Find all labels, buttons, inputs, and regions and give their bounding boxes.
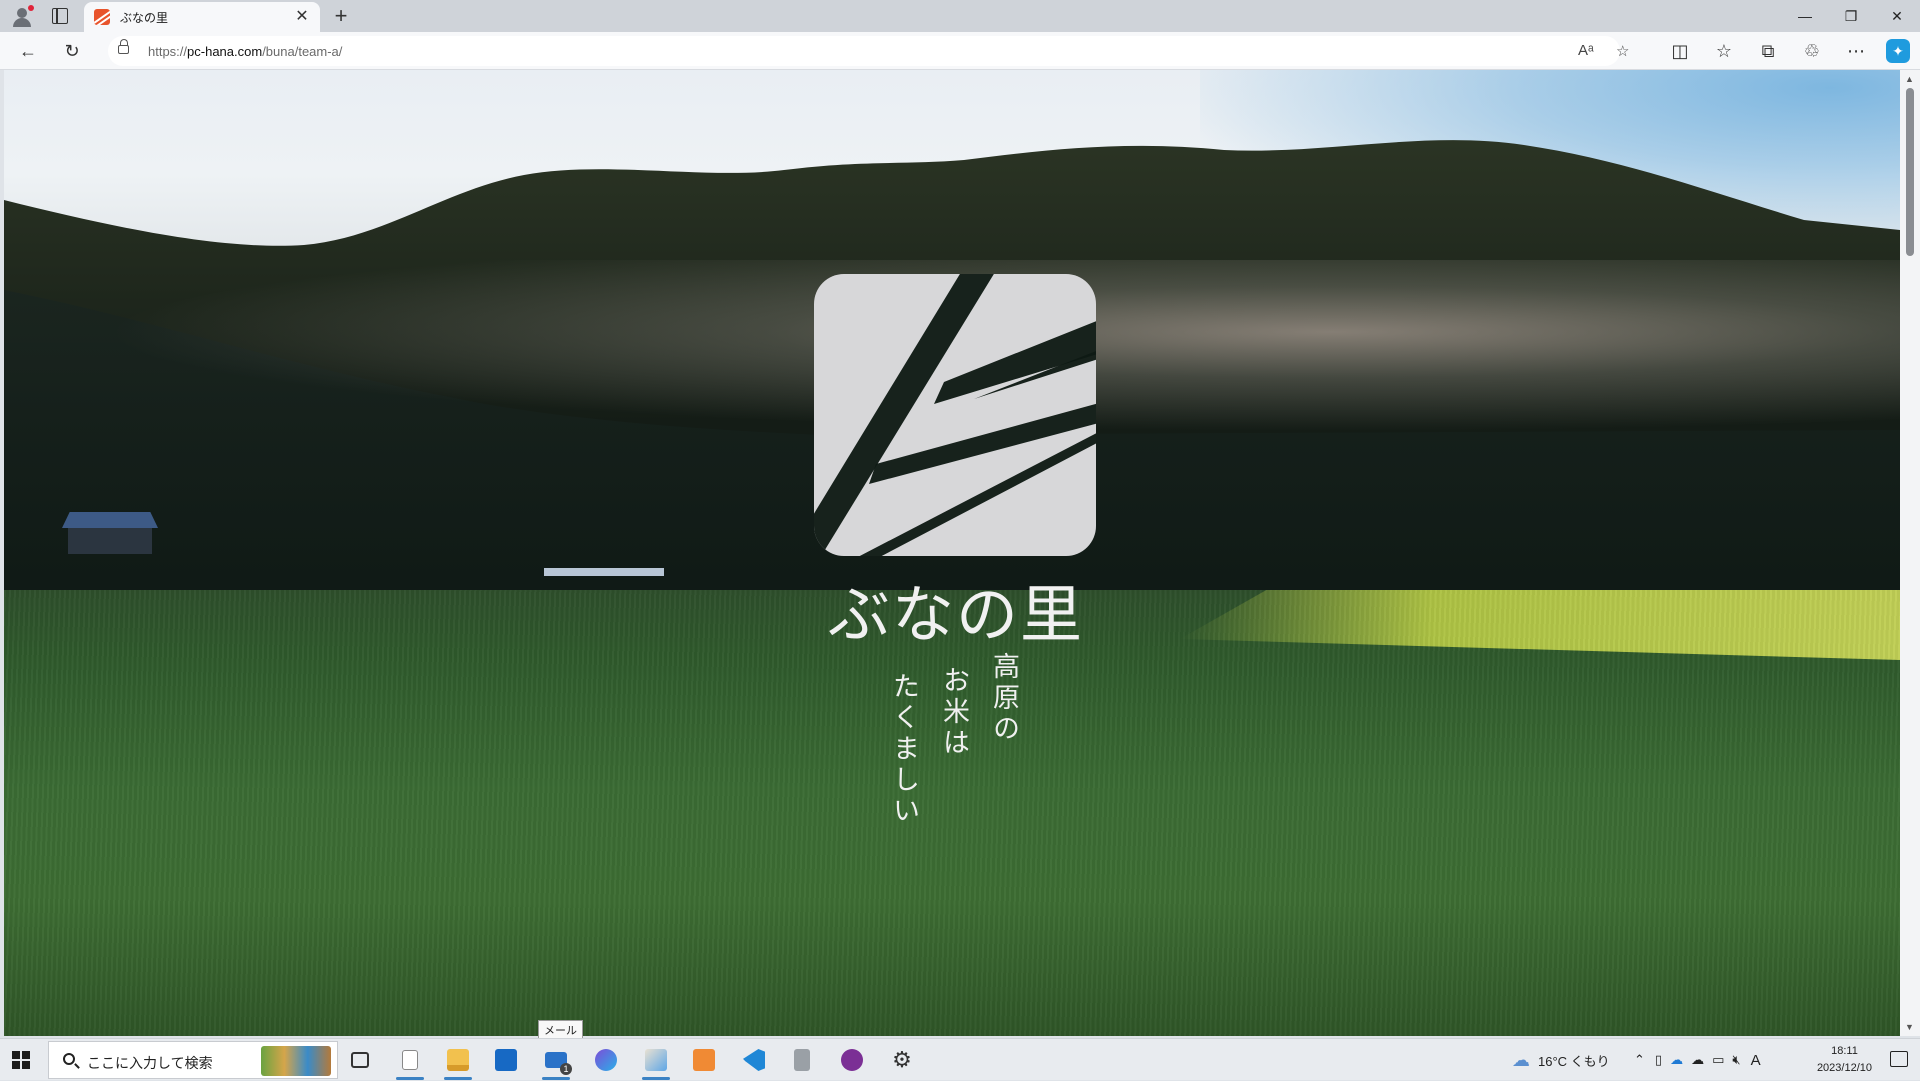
window-close-icon[interactable]: ✕	[1874, 0, 1920, 32]
browser-tab-active[interactable]: ぶなの里 ✕	[84, 2, 320, 32]
onedrive-icon[interactable]: ☁	[1670, 1052, 1683, 1068]
clock-time: 18:11	[1831, 1045, 1858, 1057]
tray-icons: ⌃ ▯ ☁ ☁ ▭ 🔇︎ A	[1634, 1039, 1761, 1081]
search-placeholder: ここに入力して検索	[87, 1055, 213, 1071]
clock-date: 2023/12/10	[1816, 1062, 1872, 1074]
rice-field	[4, 590, 1900, 1036]
tab-actions-icon[interactable]	[52, 7, 68, 24]
favorite-star-icon[interactable]: ☆	[1616, 42, 1629, 60]
tab-strip: ぶなの里 ✕ + — ❐ ✕	[0, 0, 1920, 32]
start-windows-icon[interactable]	[12, 1051, 30, 1069]
copilot-icon[interactable]: ✦	[1886, 39, 1910, 63]
task-view-icon[interactable]	[336, 1039, 384, 1081]
windows-taskbar: ここに入力して検索 1 ⚙ ☁ 16°C くもり ⌃ ▯ ☁ ☁ ▭ 🔇︎ A …	[0, 1038, 1920, 1080]
meet-icon[interactable]: ▯	[1655, 1052, 1662, 1068]
site-favicon-icon	[94, 9, 110, 25]
back-icon[interactable]: ←	[16, 39, 40, 63]
url-text[interactable]: https://pc-hana.com/buna/team-a/	[148, 44, 342, 59]
restore-icon[interactable]: ❐	[1828, 0, 1874, 32]
split-screen-icon[interactable]: ◫	[1668, 39, 1692, 63]
extensions-icon[interactable]: ♲	[1800, 39, 1824, 63]
barn-image	[62, 512, 158, 554]
network-icon[interactable]: ▭	[1712, 1052, 1724, 1068]
system-clock[interactable]: 18:11 2023/12/10	[1817, 1043, 1872, 1077]
vscode-icon[interactable]	[730, 1039, 778, 1081]
mail-badge: 1	[560, 1063, 572, 1075]
copilot-app-icon[interactable]	[582, 1039, 630, 1081]
bench-image	[544, 568, 664, 576]
refresh-icon[interactable]: ↻	[60, 39, 84, 63]
search-icon	[63, 1053, 75, 1065]
store-app-icon[interactable]	[482, 1039, 530, 1081]
notification-center-icon[interactable]	[1890, 1051, 1908, 1067]
podcast-app-icon[interactable]	[828, 1039, 876, 1081]
new-tab-icon[interactable]: +	[330, 5, 352, 27]
profile-avatar-icon[interactable]	[10, 5, 34, 27]
minimize-icon[interactable]: —	[1782, 0, 1828, 32]
search-highlight-image	[261, 1046, 331, 1076]
weather-widget[interactable]: ☁ 16°C くもり	[1512, 1039, 1610, 1081]
mail-app-icon[interactable]: 1	[532, 1039, 580, 1081]
file-explorer-icon[interactable]	[434, 1039, 482, 1081]
media-player-icon[interactable]	[680, 1039, 728, 1081]
paint-app-icon[interactable]	[632, 1039, 680, 1081]
scroll-up-icon[interactable]: ▲	[1905, 74, 1914, 84]
show-hidden-icon[interactable]: ⌃	[1634, 1052, 1645, 1068]
browser-toolbar: ← ↻ https://pc-hana.com/buna/team-a/ Aᵃ …	[0, 32, 1920, 70]
volume-muted-icon[interactable]: 🔇︎	[1732, 1052, 1740, 1068]
taskbar-search-box[interactable]: ここに入力して検索	[48, 1041, 338, 1079]
ime-indicator[interactable]: A	[1751, 1052, 1761, 1069]
notepad-app-icon[interactable]	[386, 1039, 434, 1081]
collections-icon[interactable]: ⧉	[1756, 39, 1780, 63]
weather-text: 16°C くもり	[1538, 1053, 1610, 1069]
address-bar[interactable]: https://pc-hana.com/buna/team-a/ Aᵃ ☆	[108, 36, 1629, 66]
lock-icon[interactable]	[118, 39, 129, 54]
favorites-icon[interactable]: ☆	[1712, 39, 1736, 63]
read-aloud-icon[interactable]: Aᵃ	[1578, 42, 1594, 59]
brand-name: ぶなの里	[827, 578, 1084, 651]
onedrive-personal-icon[interactable]: ☁	[1691, 1052, 1704, 1068]
more-menu-icon[interactable]: ⋯	[1844, 39, 1868, 63]
page-scrollbar[interactable]: ▲ ▼	[1900, 70, 1920, 1036]
tagline-column-2: お米は	[938, 666, 969, 759]
buna-logo-icon	[814, 274, 1096, 556]
tagline-column-3: たくましい	[888, 672, 919, 827]
tagline-column-1: 高原の	[988, 652, 1019, 745]
scroll-down-icon[interactable]: ▼	[1905, 1022, 1914, 1032]
scroll-thumb[interactable]	[1906, 88, 1914, 256]
cloud-icon: ☁	[1512, 1049, 1530, 1070]
settings-gear-icon[interactable]: ⚙	[878, 1039, 926, 1081]
tab-title: ぶなの里	[120, 10, 169, 25]
mail-tooltip: メール	[538, 1020, 583, 1040]
calculator-icon[interactable]	[778, 1039, 826, 1081]
tab-close-icon[interactable]: ✕	[294, 9, 310, 25]
page-viewport: ぶなの里 高原の お米は たくましい	[4, 70, 1900, 1036]
